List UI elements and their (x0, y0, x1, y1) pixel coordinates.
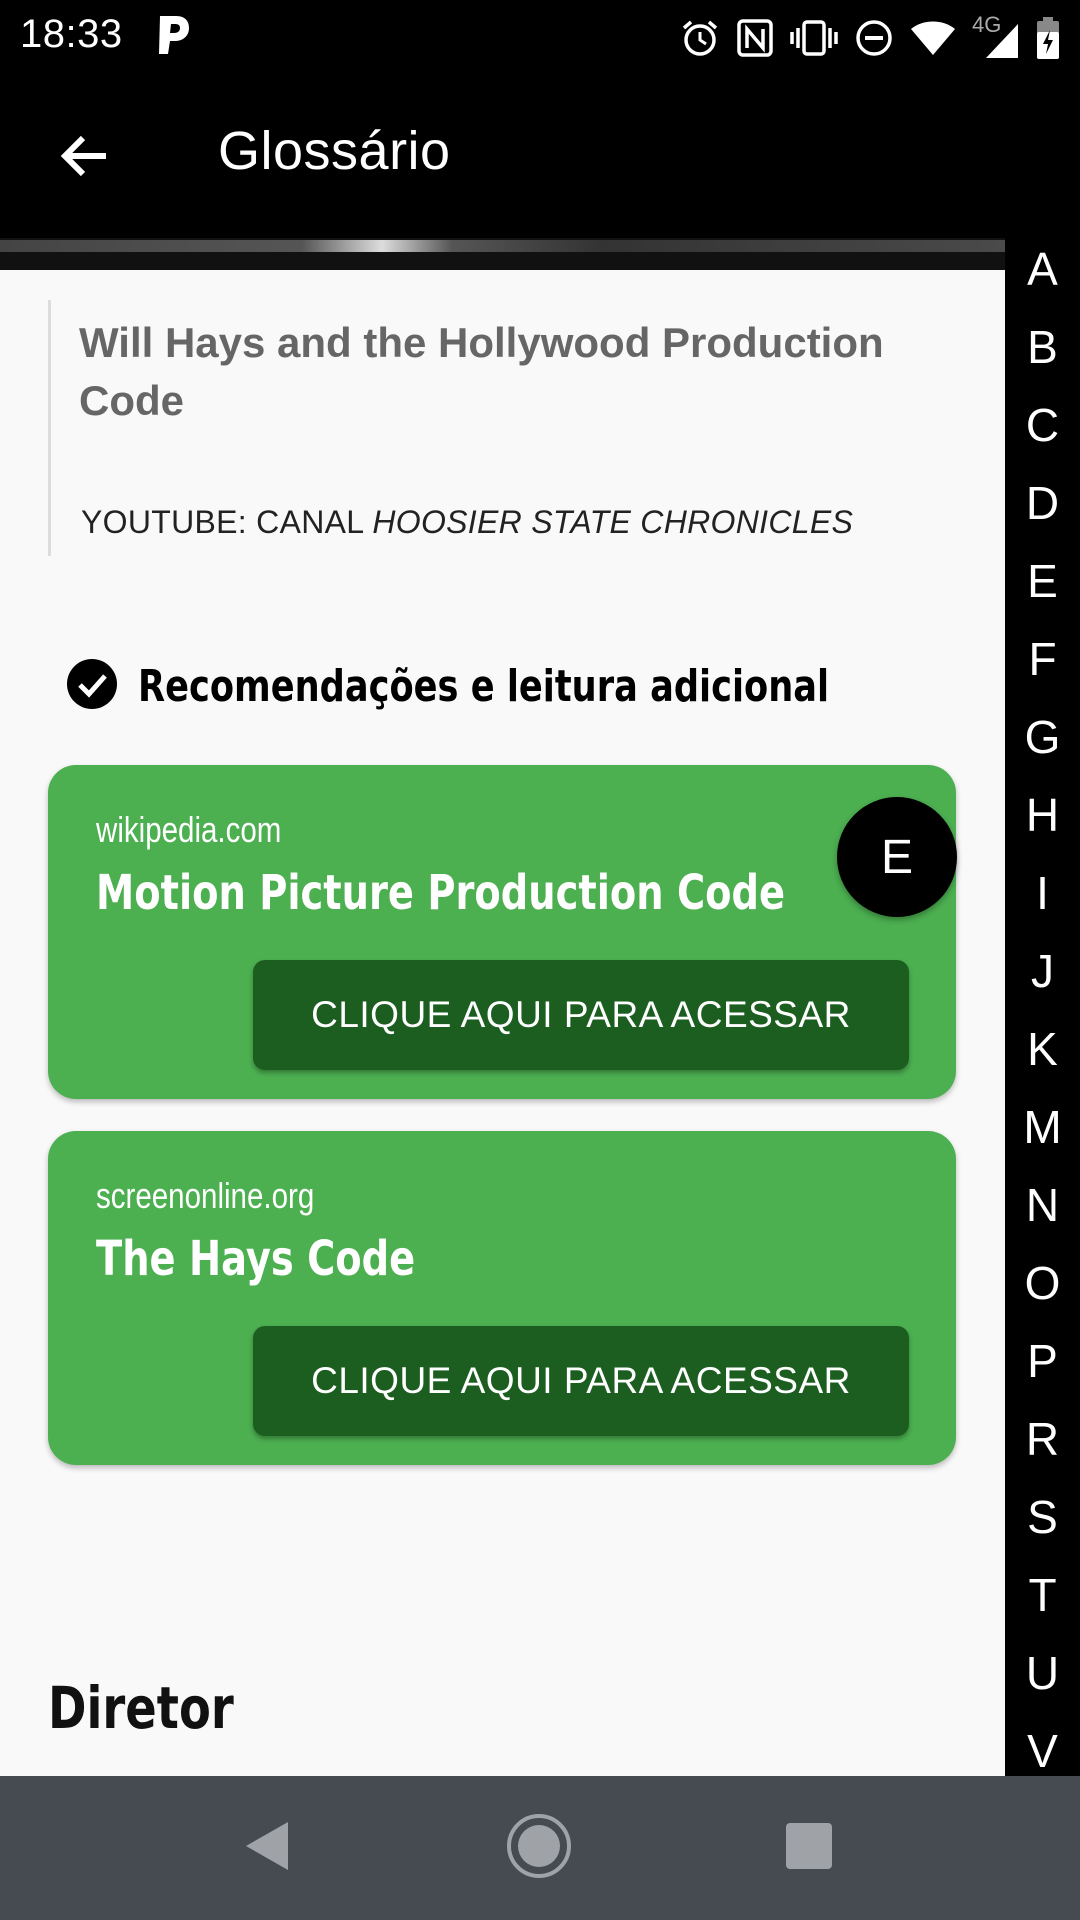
alphabet-letter-p[interactable]: P (1005, 1322, 1080, 1400)
page-title: Glossário (218, 121, 451, 181)
wifi-icon (910, 19, 956, 57)
nfc-icon (736, 18, 774, 58)
battery-charging-icon (1036, 16, 1060, 60)
alphabet-letter-d[interactable]: D (1005, 464, 1080, 542)
recommendation-card: wikipedia.com Motion Picture Production … (48, 765, 956, 1099)
alphabet-letter-c[interactable]: C (1005, 386, 1080, 464)
nav-recents-button[interactable] (769, 1808, 849, 1888)
alphabet-letter-f[interactable]: F (1005, 620, 1080, 698)
recommendations-header: Recomendações e leitura adicional (66, 658, 1002, 715)
alphabet-letter-s[interactable]: S (1005, 1478, 1080, 1556)
access-link-button[interactable]: CLIQUE AQUI PARA ACESSAR (253, 1326, 909, 1436)
square-recents-icon (785, 1822, 833, 1875)
alphabet-letter-i[interactable]: I (1005, 854, 1080, 932)
circle-home-icon (505, 1812, 573, 1885)
network-type-label: 4G (972, 12, 1002, 37)
vibrate-icon (790, 18, 838, 58)
cell-signal-icon: 4G (972, 12, 1020, 60)
alphabet-letter-k[interactable]: K (1005, 1010, 1080, 1088)
glossary-entry-heading: Diretor (48, 1674, 234, 1742)
alphabet-letter-e[interactable]: E (1005, 542, 1080, 620)
status-time: 18:33 (20, 12, 123, 56)
video-source: YOUTUBE: CANAL HOOSIER STATE CHRONICLES (81, 504, 853, 541)
current-letter-indicator: E (837, 797, 957, 917)
recommendation-card: screenonline.org The Hays Code CLIQUE AQ… (48, 1131, 956, 1465)
alphabet-letter-v[interactable]: V (1005, 1712, 1080, 1776)
card-title: The Hays Code (96, 1231, 416, 1287)
alphabet-letter-o[interactable]: O (1005, 1244, 1080, 1322)
video-thumbnail-edge (0, 238, 1005, 270)
card-domain: screenonline.org (96, 1175, 315, 1216)
alphabet-letter-m[interactable]: M (1005, 1088, 1080, 1166)
alphabet-letter-j[interactable]: J (1005, 932, 1080, 1010)
status-bar: 18:33 4G (0, 0, 1080, 76)
card-title: Motion Picture Production Code (96, 865, 786, 921)
arrow-back-icon (56, 128, 112, 189)
alphabet-letter-g[interactable]: G (1005, 698, 1080, 776)
nav-back-button[interactable] (228, 1808, 308, 1888)
alphabet-letter-h[interactable]: H (1005, 776, 1080, 854)
back-button[interactable] (44, 118, 124, 198)
alphabet-letter-r[interactable]: R (1005, 1400, 1080, 1478)
video-quote-block: Will Hays and the Hollywood Production C… (48, 300, 978, 556)
alphabet-index[interactable]: ABCDEFGHIJKMNOPRSTUV (1005, 238, 1080, 1776)
triangle-back-icon (244, 1820, 292, 1877)
alarm-icon (680, 18, 720, 58)
alphabet-letter-t[interactable]: T (1005, 1556, 1080, 1634)
navigation-bar (0, 1776, 1080, 1920)
app-bar: Glossário (0, 76, 1080, 238)
video-source-prefix: YOUTUBE: CANAL (81, 504, 373, 540)
card-domain: wikipedia.com (96, 809, 282, 850)
access-link-button[interactable]: CLIQUE AQUI PARA ACESSAR (253, 960, 909, 1070)
do-not-disturb-icon (854, 18, 894, 58)
video-source-channel: HOOSIER STATE CHRONICLES (372, 504, 854, 540)
alphabet-letter-u[interactable]: U (1005, 1634, 1080, 1712)
alphabet-letter-n[interactable]: N (1005, 1166, 1080, 1244)
status-icons: 4G (680, 12, 1060, 62)
recommendations-heading: Recomendações e leitura adicional (138, 661, 830, 712)
nav-home-button[interactable] (499, 1808, 579, 1888)
alphabet-letter-b[interactable]: B (1005, 308, 1080, 386)
parking-app-icon (156, 14, 190, 56)
video-title: Will Hays and the Hollywood Production C… (79, 319, 884, 424)
alphabet-letter-a[interactable]: A (1005, 238, 1080, 308)
check-circle-icon (66, 658, 118, 715)
glossary-content[interactable]: Will Hays and the Hollywood Production C… (0, 238, 1005, 1776)
